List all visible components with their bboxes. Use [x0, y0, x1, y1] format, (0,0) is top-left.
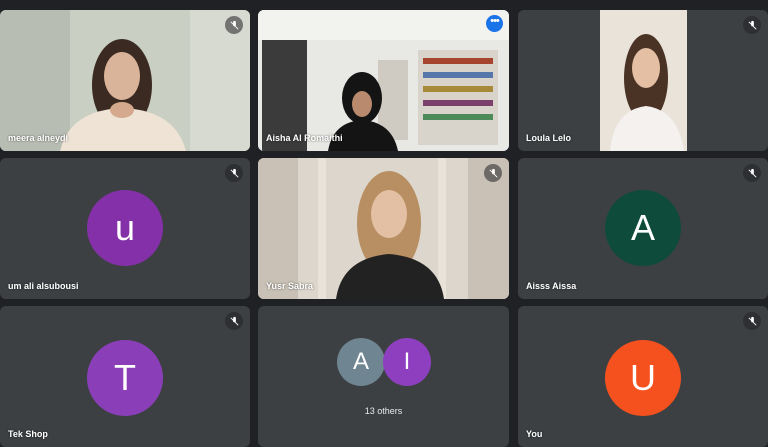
participant-name: um ali alsubousi: [8, 281, 79, 291]
others-count-label: 13 others: [364, 406, 403, 416]
participant-tile-um-ali[interactable]: u um ali alsubousi: [0, 158, 250, 299]
participant-tile-others[interactable]: A I 13 others: [258, 306, 509, 447]
participant-tile-loula[interactable]: Loula Lelo: [518, 10, 768, 151]
mic-off-icon: [743, 164, 761, 182]
mic-off-icon: [225, 164, 243, 182]
avatar: A: [337, 338, 385, 386]
participant-tile-aisss[interactable]: A Aisss Aissa: [518, 158, 768, 299]
mic-off-icon: [743, 16, 761, 34]
avatar: U: [605, 340, 681, 416]
participant-tile-meera[interactable]: meera alneydi: [0, 10, 250, 151]
participant-tile-tek-shop[interactable]: T Tek Shop: [0, 306, 250, 447]
participant-tile-you[interactable]: U You: [518, 306, 768, 447]
participant-name: Yusr Sabra: [266, 281, 314, 291]
avatar: T: [87, 340, 163, 416]
participant-video: [0, 10, 250, 151]
avatar: I: [383, 338, 431, 386]
avatar: u: [87, 190, 163, 266]
participant-name: meera alneydi: [8, 133, 69, 143]
participant-video: [258, 158, 509, 299]
participant-name: Aisha Al Romaithi: [266, 133, 343, 143]
mic-off-icon: [225, 16, 243, 34]
mic-off-icon: [225, 312, 243, 330]
more-options-icon[interactable]: •••: [486, 15, 503, 32]
participant-tile-yusr[interactable]: Yusr Sabra: [258, 158, 509, 299]
participant-tile-aisha[interactable]: ••• Aisha Al Romaithi: [258, 10, 509, 151]
participant-name: Loula Lelo: [526, 133, 571, 143]
participant-name: Tek Shop: [8, 429, 48, 439]
mic-off-icon: [743, 312, 761, 330]
participant-name: You: [526, 429, 543, 439]
mic-off-icon: [484, 164, 502, 182]
avatar: A: [605, 190, 681, 266]
participant-name: Aisss Aissa: [526, 281, 577, 291]
participant-video: [600, 10, 687, 151]
participant-video: [258, 10, 509, 151]
